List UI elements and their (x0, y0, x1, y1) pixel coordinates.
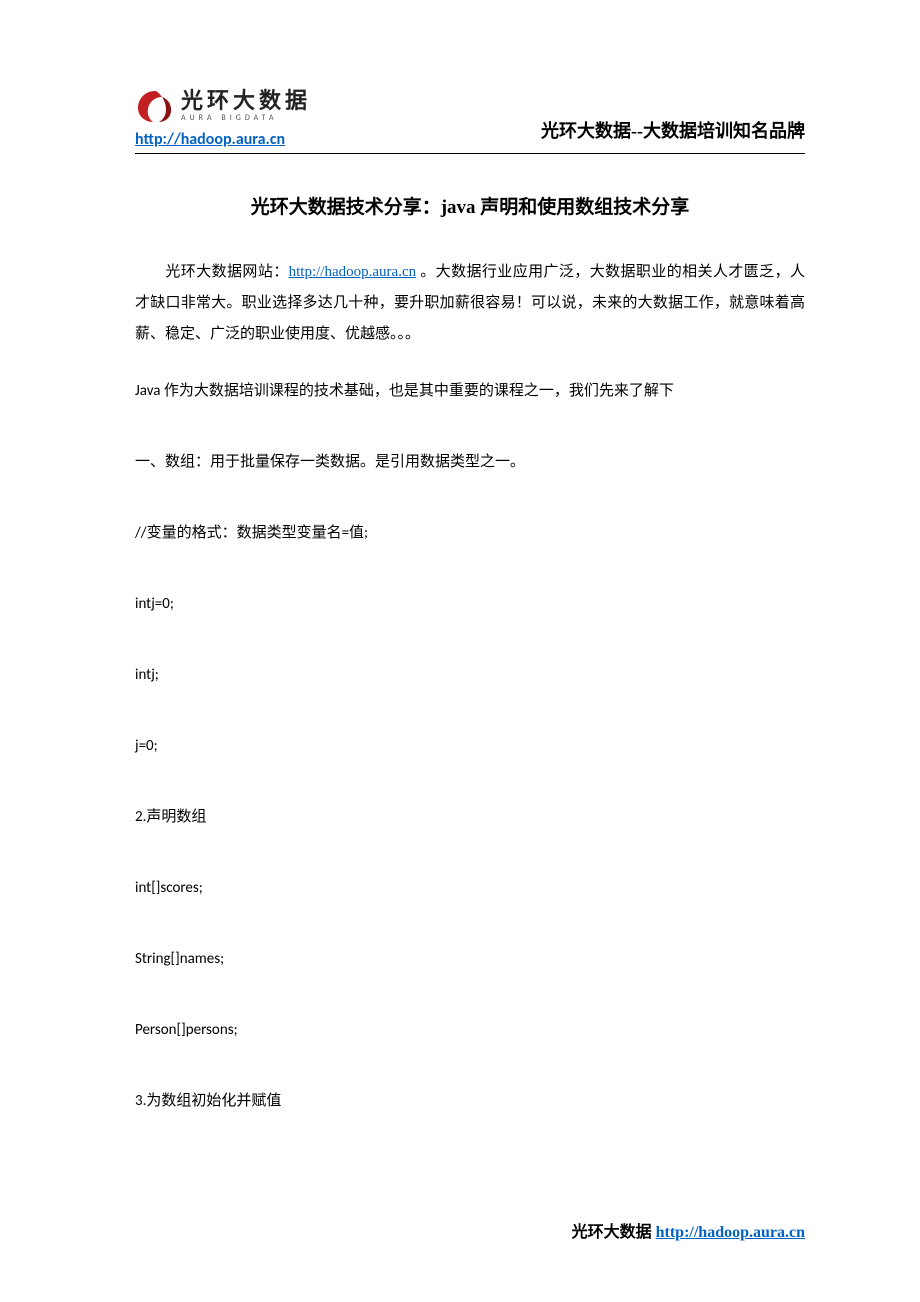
paragraph-declare-array: 2.声明数组 (135, 805, 805, 829)
intro-paragraph: 光环大数据网站：http://hadoop.aura.cn 。大数据行业应用广泛… (135, 257, 805, 349)
code-string-names: String[]names; (135, 947, 805, 971)
code-j-eq-0: j=0; (135, 734, 805, 758)
logo-text-cn: 光环大数据 (181, 90, 311, 112)
page-footer: 光环大数据 http://hadoop.aura.cn (572, 1218, 805, 1242)
intro-pre: 光环大数据网站： (165, 264, 289, 280)
logo-text-en: AURA BIGDATA (181, 114, 311, 122)
paragraph-section-1: 一、数组：用于批量保存一类数据。是引用数据类型之一。 (135, 450, 805, 474)
document-body: 光环大数据技术分享：java 声明和使用数组技术分享 光环大数据网站：http:… (135, 154, 805, 1113)
paragraph-var-format: //变量的格式：数据类型变量名=值; (135, 521, 805, 545)
code-int-scores: int[]scores; (135, 876, 805, 900)
code-person-persons: Person[]persons; (135, 1018, 805, 1042)
code-intj: intj; (135, 663, 805, 687)
aura-logo-icon (135, 88, 175, 124)
footer-website-link[interactable]: http://hadoop.aura.cn (656, 1224, 805, 1241)
code-intj-eq-0: intj=0; (135, 592, 805, 616)
footer-label: 光环大数据 (572, 1224, 656, 1241)
header-website-link[interactable]: http://hadoop.aura.cn (135, 130, 311, 149)
page-header: 光环大数据 AURA BIGDATA http://hadoop.aura.cn… (135, 88, 805, 149)
document-title: 光环大数据技术分享：java 声明和使用数组技术分享 (135, 192, 805, 219)
paragraph-init-array: 3.为数组初始化并赋值 (135, 1089, 805, 1113)
logo-block: 光环大数据 AURA BIGDATA http://hadoop.aura.cn (135, 88, 311, 149)
brand-slogan: 光环大数据--大数据培训知名品牌 (541, 117, 805, 143)
intro-website-link[interactable]: http://hadoop.aura.cn (289, 264, 416, 280)
paragraph-java-basis: Java 作为大数据培训课程的技术基础，也是其中重要的课程之一，我们先来了解下 (135, 379, 805, 403)
